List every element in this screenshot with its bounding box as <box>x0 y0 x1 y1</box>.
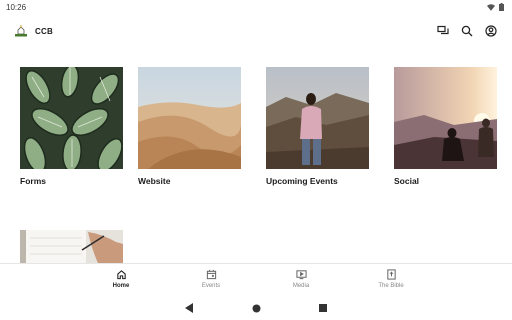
account-icon <box>485 25 497 37</box>
search-icon <box>461 25 473 37</box>
bible-icon <box>386 269 396 280</box>
play-icon <box>295 270 307 280</box>
nav-label: Home <box>112 283 130 289</box>
nav-label: The Bible <box>378 283 404 289</box>
forms-image <box>20 67 123 169</box>
messages-button[interactable] <box>436 24 450 38</box>
chat-icon <box>437 25 449 35</box>
card-label: Upcoming Events <box>266 176 338 186</box>
home-icon <box>116 270 126 280</box>
card-social[interactable]: Social <box>394 67 497 186</box>
nav-events[interactable]: Events <box>166 264 256 295</box>
nav-media[interactable]: Media <box>256 264 346 295</box>
home-circle-icon[interactable] <box>252 304 261 313</box>
website-image <box>138 67 241 169</box>
writing-image <box>20 230 123 263</box>
app-title: CCB <box>35 26 53 36</box>
card-label: Website <box>138 176 171 186</box>
status-icons <box>487 3 504 11</box>
card-label: Social <box>394 176 420 186</box>
card-website[interactable]: Website <box>138 67 241 186</box>
nav-the-bible[interactable]: The Bible <box>346 264 436 295</box>
church-logo-icon <box>15 25 27 37</box>
recents-icon[interactable] <box>319 304 327 312</box>
upcoming-events-image <box>266 67 369 169</box>
nav-label: Media <box>292 283 310 289</box>
social-image <box>394 67 497 169</box>
wifi-icon <box>487 3 495 11</box>
card-forms[interactable]: Forms <box>20 67 123 186</box>
nav-label: Events <box>201 283 221 289</box>
back-icon[interactable] <box>185 303 194 313</box>
search-button[interactable] <box>460 24 474 38</box>
battery-icon <box>499 3 504 11</box>
status-time: 10:26 <box>6 2 27 12</box>
system-nav-bar <box>0 296 512 320</box>
nav-home[interactable]: Home <box>76 264 166 295</box>
card-label: Forms <box>20 176 46 186</box>
profile-button[interactable] <box>484 24 498 38</box>
app-bar: CCB <box>0 14 512 48</box>
status-bar: 10:26 <box>0 0 512 14</box>
bottom-nav: Home Events Media The Bible <box>0 263 512 295</box>
card-item[interactable] <box>20 230 123 263</box>
calendar-icon <box>206 269 216 280</box>
card-upcoming-events[interactable]: Upcoming Events <box>266 67 369 186</box>
